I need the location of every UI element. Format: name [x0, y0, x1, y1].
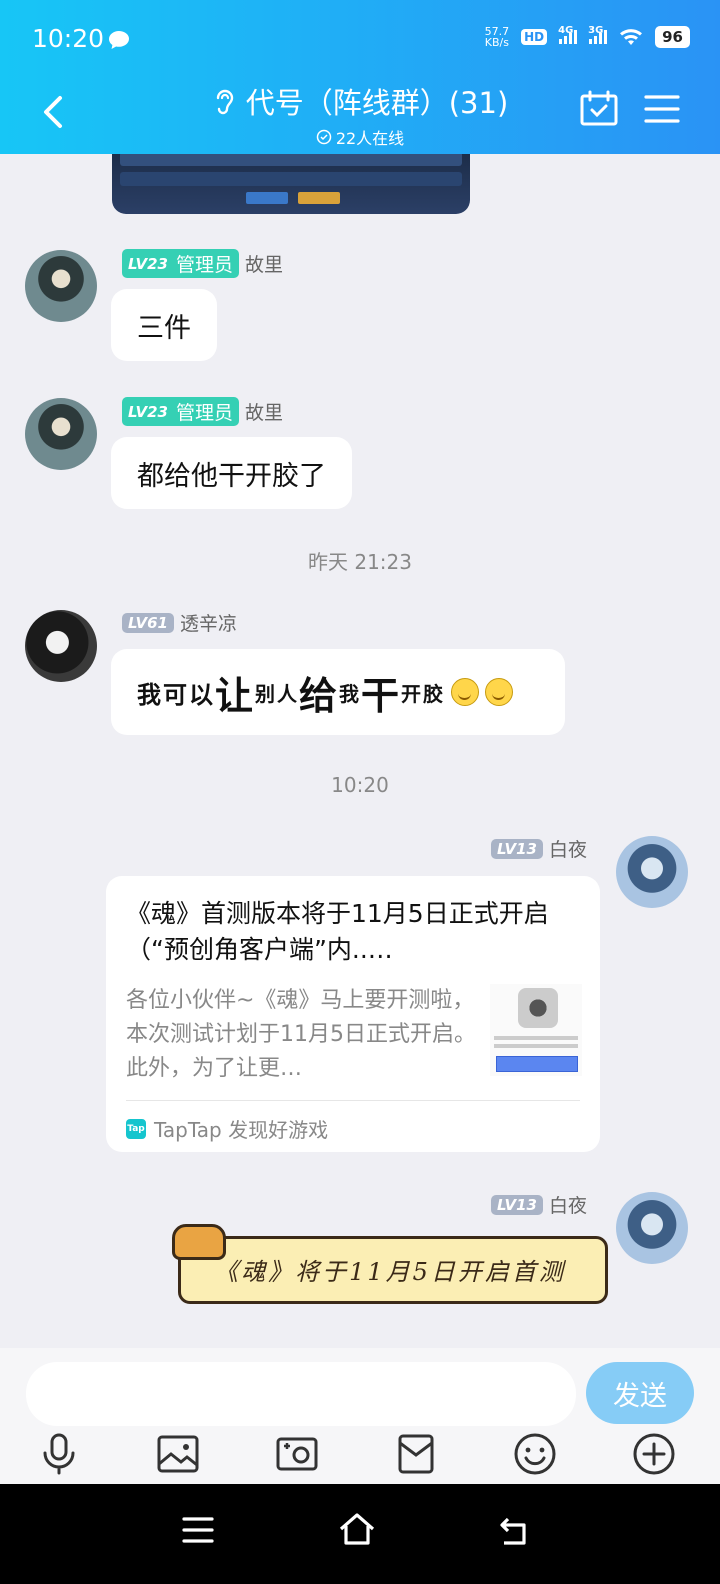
- avatar[interactable]: [25, 610, 97, 682]
- hd-icon: HD: [521, 29, 548, 45]
- level-badge: LV13: [491, 1194, 543, 1215]
- system-navigation-bar: [0, 1484, 720, 1584]
- camera-icon[interactable]: [273, 1430, 321, 1478]
- status-icons: 57.7 KB/s HD 4G 3G 96: [484, 25, 690, 49]
- chat-header: 代号（阵线群）(31) 22人在线: [0, 76, 720, 154]
- level-badge: LV61: [122, 612, 174, 633]
- avatar[interactable]: [25, 398, 97, 470]
- home-icon[interactable]: [338, 1512, 376, 1546]
- timestamp: 昨天 21:23: [308, 550, 412, 574]
- avatar[interactable]: [616, 836, 688, 908]
- sender-info: LV13 白夜: [491, 1191, 587, 1218]
- signal-3g-icon: 3G: [588, 25, 608, 44]
- timestamp: 10:20: [331, 773, 389, 797]
- chat-area[interactable]: LV23 管理员 故里 三件 LV23 管理员 故里 都给他干开胶了 昨天 21:2…: [0, 154, 720, 1348]
- menu-icon[interactable]: [644, 94, 680, 124]
- listen-ear-icon: [216, 89, 233, 115]
- message-bubble[interactable]: 我可以 让 别人 给 我 干 开胶: [111, 649, 565, 735]
- level-badge: LV23 管理员: [122, 249, 239, 278]
- link-share-card[interactable]: 《魂》首测版本将于11月5日正式开启（“预创角客户端”内..… 各位小伙伴~《魂…: [106, 876, 600, 1152]
- sender-name: 白夜: [548, 839, 587, 861]
- calendar-check-icon[interactable]: [580, 90, 618, 126]
- level-badge: LV13: [491, 838, 543, 859]
- card-source: Tap TapTap 发现好游戏: [126, 1118, 329, 1142]
- plus-icon[interactable]: [630, 1430, 678, 1478]
- message-bubble[interactable]: 三件: [111, 289, 217, 361]
- message-bubble[interactable]: 都给他干开胶了: [111, 437, 352, 509]
- sticker-message[interactable]: 《魂》将于11月5日开启首测: [172, 1224, 608, 1304]
- send-button[interactable]: 发送: [586, 1362, 694, 1424]
- group-title: 代号（阵线群）(31): [245, 86, 509, 120]
- sender-name: 白夜: [548, 1195, 587, 1217]
- smirk-emoji-icon: [451, 678, 480, 706]
- top-bar: 10:20 57.7 KB/s HD 4G 3G 96 代号（阵线群）(31) …: [0, 0, 720, 154]
- menu-icon[interactable]: [182, 1516, 214, 1544]
- net-speed: 57.7 KB/s: [484, 25, 510, 49]
- online-status-icon: [316, 129, 332, 145]
- wifi-icon: [620, 29, 643, 45]
- card-title: 《魂》首测版本将于11月5日正式开启（“预创角客户端”内..…: [126, 899, 549, 964]
- sender-info: LV23 管理员 故里: [122, 249, 283, 278]
- taptap-logo-icon: Tap: [126, 1118, 146, 1139]
- red-packet-icon[interactable]: [392, 1430, 440, 1478]
- status-bar: 10:20 57.7 KB/s HD 4G 3G 96: [0, 0, 720, 76]
- microphone-icon[interactable]: [35, 1430, 83, 1478]
- emoji-icon[interactable]: [511, 1430, 559, 1478]
- avatar[interactable]: [25, 250, 97, 322]
- divider: [126, 1100, 580, 1101]
- photo-icon[interactable]: [154, 1430, 202, 1478]
- online-count: 22人在线: [335, 129, 405, 148]
- smirk-emoji-icon: [485, 678, 514, 706]
- input-bar: 发送: [0, 1348, 720, 1484]
- avatar[interactable]: [616, 1192, 688, 1264]
- battery-indicator: 96: [655, 26, 690, 48]
- back-icon[interactable]: [498, 1516, 532, 1546]
- status-time: 10:20: [32, 24, 105, 53]
- chat-notification-icon: [109, 31, 129, 49]
- sender-name: 故里: [245, 254, 284, 276]
- card-description: 各位小伙伴~《魂》马上要开测啦，本次测试计划于11月5日正式开启。此外，为了让更…: [126, 988, 476, 1081]
- game-screenshot-image[interactable]: [112, 154, 470, 214]
- card-thumbnail: [490, 984, 582, 1076]
- sender-name: 故里: [245, 402, 284, 424]
- sender-info: LV23 管理员 故里: [122, 397, 283, 426]
- message-input[interactable]: [26, 1362, 576, 1426]
- sender-name: 透辛凉: [179, 613, 237, 635]
- signal-4g-icon: 4G: [558, 25, 578, 44]
- level-badge: LV23 管理员: [122, 397, 239, 426]
- sender-info: LV61 透辛凉: [122, 609, 237, 636]
- sender-info: LV13 白夜: [491, 835, 587, 862]
